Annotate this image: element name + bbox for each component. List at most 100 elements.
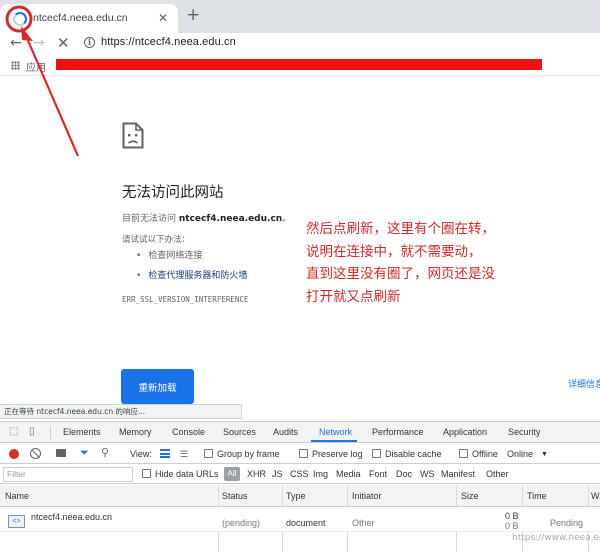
- type-filter-img[interactable]: Img: [313, 469, 328, 479]
- network-controls: ⏷ ⚲ View: ☰ Group by frame Preserve log …: [0, 444, 600, 464]
- tab-separator: [50, 426, 51, 439]
- offline-label: Offline: [472, 449, 498, 459]
- column-initiator[interactable]: Initiator: [352, 491, 382, 501]
- browser-toolbar: ← → ✕ i https://ntcecf4.neea.edu.cn: [0, 33, 600, 55]
- type-filter-doc[interactable]: Doc: [396, 469, 412, 479]
- annotation-line: 然后点刷新，这里有个圈在转，: [306, 221, 495, 237]
- capture-screenshots-icon[interactable]: [56, 449, 66, 457]
- type-filter-js[interactable]: JS: [272, 469, 283, 479]
- type-filter-other[interactable]: Other: [486, 469, 509, 479]
- type-filter-css[interactable]: CSS: [290, 469, 309, 479]
- bookmarks-bar: 应用: [0, 55, 600, 76]
- view-label: View:: [130, 449, 152, 459]
- details-link[interactable]: 详细信息: [568, 377, 600, 390]
- address-bar[interactable]: https://ntcecf4.neea.edu.cn: [101, 36, 236, 48]
- column-type[interactable]: Type: [286, 491, 306, 501]
- active-tab-indicator: [311, 440, 357, 442]
- type-filter-manifest[interactable]: Manifest: [441, 469, 475, 479]
- filter-input[interactable]: Filter: [3, 467, 133, 482]
- row-name: ntcecf4.neea.edu.cn: [31, 512, 113, 522]
- tab-application[interactable]: Application: [443, 427, 487, 437]
- waterfall-icon[interactable]: ☰: [180, 449, 188, 460]
- annotation-line: 说明在连接中，就不需要动，: [306, 243, 482, 260]
- tab-security[interactable]: Security: [508, 427, 541, 437]
- reload-button[interactable]: 重新加载: [121, 369, 194, 404]
- devtools-panel: ⬚ ▯ Elements Memory Console Sources Audi…: [0, 421, 600, 552]
- network-filter-bar: Filter Hide data URLs All XHR JS CSS Img…: [0, 465, 600, 484]
- filter-icon[interactable]: ⏷: [80, 447, 89, 460]
- type-filter-font[interactable]: Font: [369, 469, 387, 479]
- large-rows-icon[interactable]: [160, 449, 170, 458]
- column-time[interactable]: Time: [527, 491, 547, 501]
- error-description-prefix: 目前无法访问: [122, 214, 177, 224]
- suggestion-list: 检查网络连接 检查代理服务器和防火墙: [136, 248, 247, 288]
- offline-checkbox[interactable]: [459, 449, 468, 458]
- devtools-tab-bar: ⬚ ▯ Elements Memory Console Sources Audi…: [0, 422, 600, 443]
- preserve-log-checkbox[interactable]: [299, 449, 308, 458]
- site-info-icon[interactable]: i: [84, 37, 95, 48]
- suggestion-check-network: 检查网络连接: [136, 248, 247, 261]
- column-status[interactable]: Status: [222, 491, 248, 501]
- type-filter-ws[interactable]: WS: [420, 469, 435, 479]
- suggestion-check-proxy-link[interactable]: 检查代理服务器和防火墙: [136, 268, 247, 281]
- tab-strip: ntcecf4.neea.edu.cn ✕ +: [0, 0, 600, 33]
- apps-grid-icon[interactable]: [11, 61, 20, 70]
- inspect-element-icon[interactable]: ⬚: [9, 426, 18, 437]
- record-button[interactable]: [9, 449, 19, 459]
- row-time: Pending: [550, 518, 584, 528]
- tab-memory[interactable]: Memory: [119, 427, 152, 437]
- row-type: document: [286, 518, 326, 528]
- stop-loading-icon[interactable]: ✕: [57, 34, 70, 52]
- clear-icon[interactable]: [30, 448, 41, 459]
- column-waterfall[interactable]: W: [591, 491, 600, 501]
- tab-title: ntcecf4.neea.edu.cn: [33, 12, 128, 24]
- annotation-line: 打开就又点刷新: [306, 288, 401, 305]
- hide-data-urls-checkbox[interactable]: [142, 469, 151, 478]
- document-file-icon: <>: [8, 515, 25, 528]
- tab-close-icon[interactable]: ✕: [158, 11, 168, 25]
- new-tab-button[interactable]: +: [186, 7, 200, 24]
- annotation-line: 直到这里没有圈了，网页还是没: [306, 266, 495, 282]
- tab-console[interactable]: Console: [172, 427, 205, 437]
- network-table-header: Name Status Type Initiator Size Time W: [0, 485, 600, 552]
- column-size[interactable]: Size: [461, 491, 479, 501]
- watermark: https://www.neea.edu.cn: [512, 533, 600, 543]
- row-initiator: Other: [352, 518, 375, 528]
- tab-performance[interactable]: Performance: [372, 427, 424, 437]
- sad-page-icon: [122, 122, 144, 149]
- type-filter-all[interactable]: All: [224, 467, 240, 481]
- loading-spinner-icon: [13, 12, 27, 26]
- row-status: (pending): [222, 518, 261, 528]
- row-size-transferred: 0 B: [505, 511, 519, 521]
- error-description: 目前无法访问 ntcecf4.neea.edu.cn。: [122, 211, 291, 224]
- group-by-frame-label: Group by frame: [217, 449, 280, 459]
- throttling-select[interactable]: Online: [507, 449, 533, 459]
- tab-audits[interactable]: Audits: [273, 427, 298, 437]
- table-row[interactable]: <> ntcecf4.neea.edu.cn (pending) documen…: [0, 508, 600, 532]
- forward-arrow-icon[interactable]: →: [33, 35, 45, 51]
- tab-elements[interactable]: Elements: [63, 427, 101, 437]
- chevron-down-icon[interactable]: ▼: [541, 451, 548, 458]
- redaction-bar: [56, 59, 542, 70]
- device-toolbar-icon[interactable]: ▯: [29, 426, 35, 437]
- disable-cache-checkbox[interactable]: [372, 449, 381, 458]
- tab-network[interactable]: Network: [319, 427, 352, 437]
- apps-bookmark-label[interactable]: 应用: [26, 59, 46, 74]
- browser-tab[interactable]: ntcecf4.neea.edu.cn ✕: [0, 4, 178, 33]
- error-domain: ntcecf4.neea.edu.cn: [178, 214, 283, 224]
- row-size-resource: 0 B: [505, 521, 519, 531]
- type-filter-media[interactable]: Media: [336, 469, 361, 479]
- preserve-log-label: Preserve log: [312, 449, 363, 459]
- error-try-label: 请试试以下办法：: [122, 235, 191, 245]
- annotation-note: 然后点刷新，这里有个圈在转， 说明在连接中，就不需要动， 直到这里没有圈了，网页…: [306, 218, 586, 308]
- search-icon[interactable]: ⚲: [101, 446, 109, 459]
- hide-data-urls-label: Hide data URLs: [155, 469, 219, 479]
- tab-sources[interactable]: Sources: [223, 427, 256, 437]
- disable-cache-label: Disable cache: [385, 449, 442, 459]
- type-filter-xhr[interactable]: XHR: [247, 469, 266, 479]
- error-code: ERR_SSL_VERSION_INTERFERENCE: [122, 295, 249, 304]
- column-name[interactable]: Name: [5, 491, 29, 501]
- error-description-suffix: 。: [282, 214, 292, 224]
- back-arrow-icon[interactable]: ←: [10, 35, 22, 51]
- group-by-frame-checkbox[interactable]: [204, 449, 213, 458]
